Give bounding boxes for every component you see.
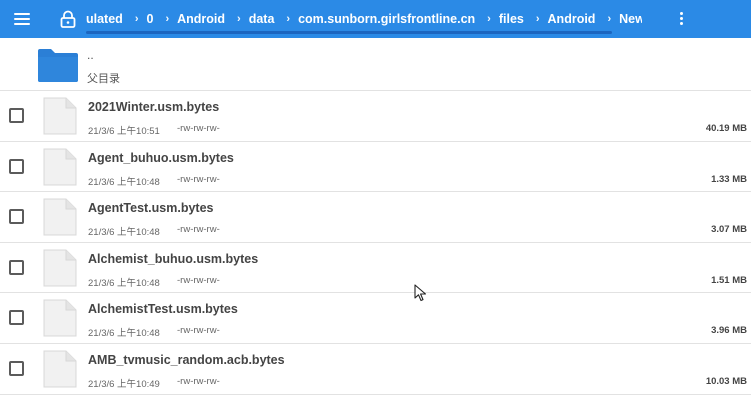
file-date: 21/3/6 上午10:48	[88, 227, 160, 239]
file-name: AlchemistTest.usm.bytes	[88, 302, 238, 317]
file-icon	[43, 148, 77, 186]
file-permissions: -rw-rw-rw-	[177, 224, 220, 236]
chevron-right-icon: ›	[487, 13, 491, 25]
file-date: 21/3/6 上午10:51	[88, 126, 160, 137]
row-checkbox[interactable]	[9, 259, 24, 275]
chevron-right-icon: ›	[237, 13, 241, 25]
file-size: 1.51 MB	[711, 274, 747, 286]
file-date: 21/3/6 上午10:48	[88, 176, 160, 188]
breadcrumb-item-files[interactable]: files	[499, 12, 524, 26]
chevron-right-icon: ›	[134, 13, 139, 25]
breadcrumb-item-0[interactable]: 0	[146, 12, 153, 26]
file-icon	[43, 198, 77, 236]
row-checkbox[interactable]	[9, 158, 24, 174]
parent-directory-label: 父目录	[87, 73, 120, 85]
file-row[interactable]: 2021Winter.usm.bytes 21/3/6 上午10:51 -rw-…	[0, 90, 751, 141]
breadcrumb-scrollbar[interactable]	[86, 31, 612, 34]
file-permissions: -rw-rw-rw-	[177, 274, 220, 286]
row-checkbox[interactable]	[9, 108, 24, 123]
parent-directory-dots: ..	[87, 48, 94, 62]
row-checkbox[interactable]	[9, 209, 24, 225]
file-icon	[43, 350, 77, 388]
lock-icon	[60, 10, 76, 28]
file-list: .. 父目录 2021Winter.usm.bytes 21/3/6 上午10:…	[0, 38, 751, 400]
folder-icon	[38, 49, 78, 82]
file-permissions: -rw-rw-rw-	[177, 173, 220, 185]
breadcrumb-item-new[interactable]: New	[619, 12, 642, 26]
more-vertical-icon[interactable]	[676, 10, 686, 28]
file-icon	[43, 249, 77, 287]
file-date: 21/3/6 上午10:48	[88, 328, 160, 340]
file-size: 40.19 MB	[705, 123, 747, 134]
file-size: 3.96 MB	[711, 325, 747, 337]
file-date: 21/3/6 上午10:48	[88, 277, 160, 289]
breadcrumb-item-package[interactable]: com.sunborn.girlsfrontline.cn	[298, 12, 475, 26]
file-row[interactable]: AMB_tvmusic_random.acb.bytes 21/3/6 上午10…	[0, 342, 751, 394]
breadcrumb-item-android-2[interactable]: Android	[548, 12, 596, 26]
breadcrumb-item-android[interactable]: Android	[177, 12, 225, 26]
hamburger-menu-icon[interactable]	[12, 9, 32, 29]
breadcrumb-item-data[interactable]: data	[249, 12, 275, 26]
mouse-cursor-icon	[414, 284, 427, 302]
app-bar: ulated › 0 › Android › data › com.sunbor…	[0, 0, 751, 38]
file-name: 2021Winter.usm.bytes	[88, 100, 220, 114]
file-name: Agent_buhuo.usm.bytes	[88, 150, 234, 165]
breadcrumb-item-emulated[interactable]: ulated	[86, 12, 123, 26]
row-checkbox[interactable]	[9, 310, 24, 326]
file-permissions: -rw-rw-rw-	[177, 375, 220, 387]
file-name: AMB_tvmusic_random.acb.bytes	[88, 352, 285, 367]
file-row[interactable]: Alchemist_buhuo.usm.bytes 21/3/6 上午10:48…	[0, 241, 751, 293]
chevron-right-icon: ›	[535, 13, 540, 25]
parent-directory-row[interactable]: .. 父目录	[0, 38, 751, 90]
file-name: Alchemist_buhuo.usm.bytes	[88, 251, 259, 266]
file-icon	[43, 299, 77, 337]
chevron-right-icon: ›	[165, 13, 170, 25]
file-row[interactable]: Agent_buhuo.usm.bytes 21/3/6 上午10:48 -rw…	[0, 140, 751, 192]
file-row[interactable]: AlchemistTest.usm.bytes 21/3/6 上午10:48 -…	[0, 292, 751, 343]
file-size: 1.33 MB	[711, 173, 747, 185]
file-name: AgentTest.usm.bytes	[88, 201, 214, 216]
chevron-right-icon: ›	[607, 13, 612, 25]
file-row[interactable]	[0, 393, 751, 400]
chevron-right-icon: ›	[286, 13, 291, 25]
file-size: 3.07 MB	[711, 224, 747, 236]
file-size: 10.03 MB	[705, 375, 747, 387]
file-date: 21/3/6 上午10:49	[88, 378, 160, 390]
file-permissions: -rw-rw-rw-	[177, 325, 220, 337]
row-checkbox[interactable]	[9, 360, 24, 376]
file-icon	[43, 97, 77, 135]
file-row[interactable]: AgentTest.usm.bytes 21/3/6 上午10:48 -rw-r…	[0, 191, 751, 242]
file-permissions: -rw-rw-rw-	[177, 123, 220, 134]
